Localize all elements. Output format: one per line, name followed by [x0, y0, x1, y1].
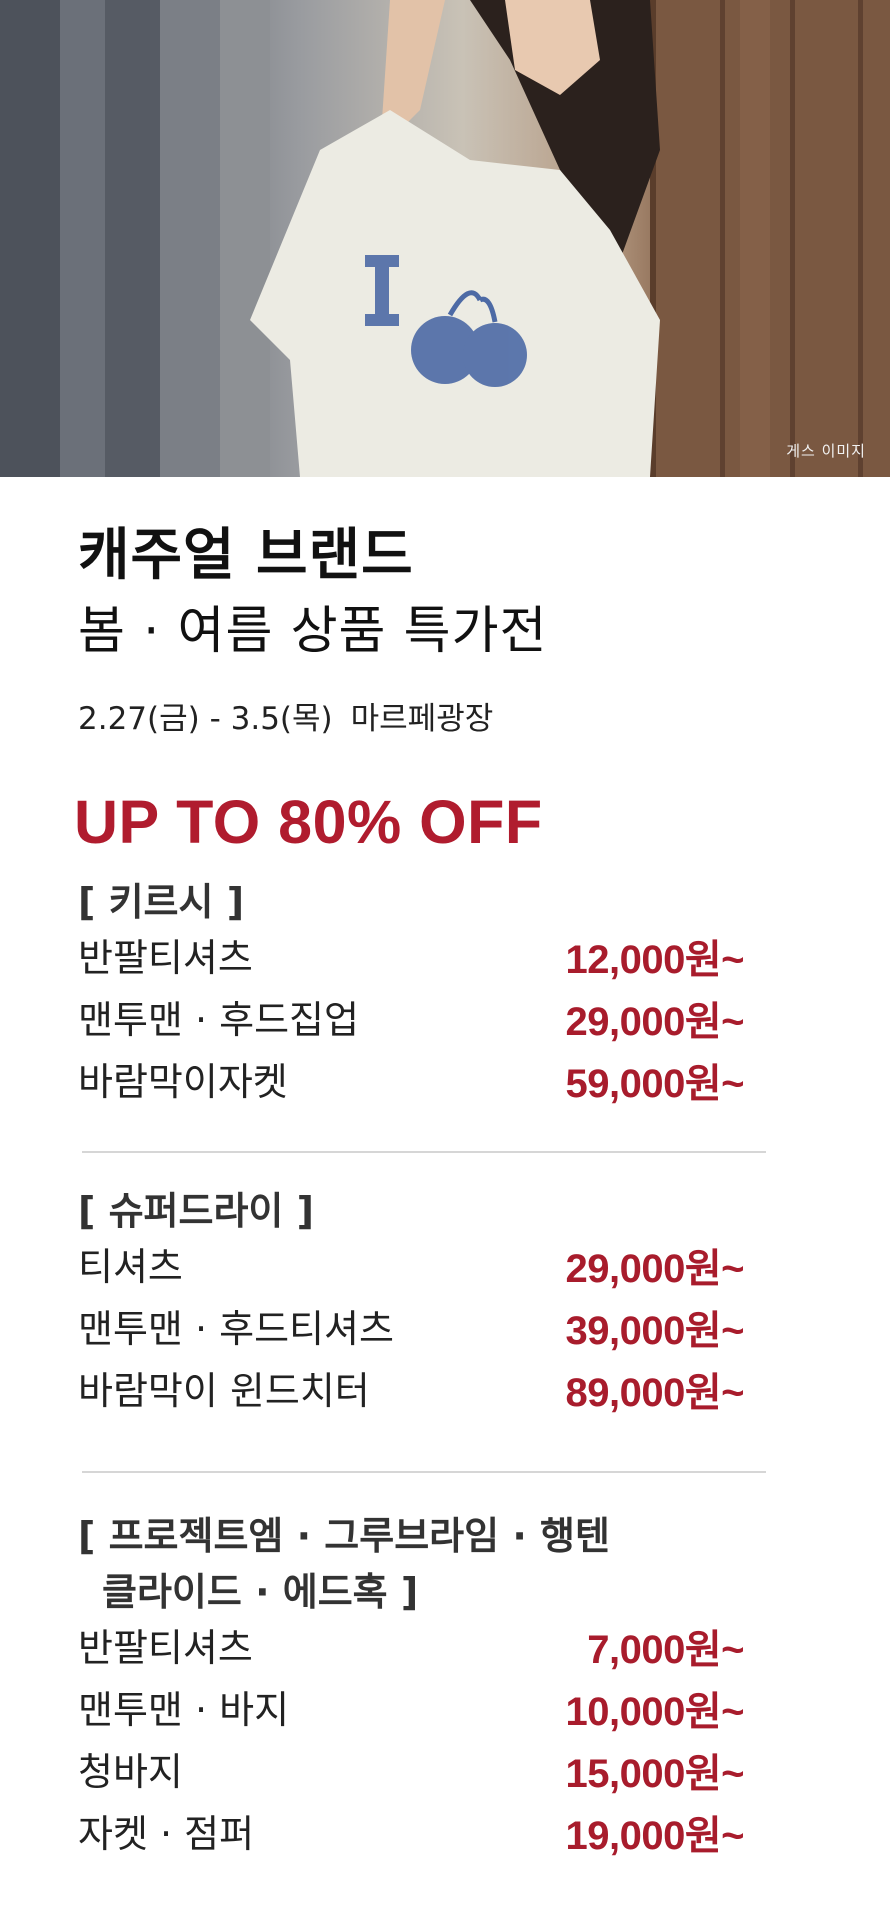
item-price: 19,000원~ [565, 1814, 744, 1859]
item-name: 자켓 · 점퍼 [78, 1812, 255, 1857]
event-date-range: 2.27(금) - 3.5(목) [78, 701, 333, 737]
brand-section-multi: [ 프로젝트엠 · 그루브라임 · 행텐 클라이드 · 에드혹 ] 반팔티셔츠 … [78, 1508, 768, 1868]
item-price: 89,000원~ [565, 1371, 744, 1416]
item-price: 59,000원~ [565, 1062, 744, 1107]
price-row: 바람막이자켓 59,000원~ [78, 1054, 768, 1116]
hero-photo-illustration [0, 0, 890, 477]
item-price: 29,000원~ [565, 1000, 744, 1045]
hero-image: 게스 이미지 [0, 0, 890, 477]
section-title: [ 프로젝트엠 · 그루브라임 · 행텐 클라이드 · 에드혹 ] [78, 1508, 768, 1620]
section-divider [82, 1471, 766, 1473]
section-title: [ 슈퍼드라이 ] [78, 1189, 314, 1233]
price-row: 맨투맨 · 후드집업 29,000원~ [78, 992, 768, 1054]
event-heading: 캐주얼 브랜드 봄 · 여름 상품 특가전 [78, 523, 548, 661]
section-title-line1: [ 프로젝트엠 · 그루브라임 · 행텐 [78, 1514, 610, 1558]
price-row: 맨투맨 · 후드티셔츠 39,000원~ [78, 1301, 768, 1363]
discount-headline: UP TO 80% OFF [74, 788, 543, 856]
item-price: 7,000원~ [587, 1628, 744, 1673]
item-name: 바람막이자켓 [78, 1060, 288, 1105]
price-row: 반팔티셔츠 7,000원~ [78, 1620, 768, 1682]
section-title: [ 키르시 ] [78, 880, 245, 924]
item-price: 10,000원~ [565, 1690, 744, 1735]
item-name: 바람막이 윈드치터 [78, 1369, 370, 1414]
item-name: 맨투맨 · 후드티셔츠 [78, 1307, 394, 1352]
item-name: 청바지 [78, 1750, 183, 1795]
price-row: 자켓 · 점퍼 19,000원~ [78, 1806, 768, 1868]
price-row: 티셔츠 29,000원~ [78, 1239, 768, 1301]
section-title-line2: 클라이드 · 에드혹 ] [102, 1570, 419, 1615]
item-price: 12,000원~ [565, 938, 744, 983]
item-price: 15,000원~ [565, 1752, 744, 1797]
hero-caption: 게스 이미지 [786, 442, 866, 460]
item-price: 29,000원~ [565, 1247, 744, 1292]
item-name: 반팔티셔츠 [78, 1626, 253, 1671]
item-name: 맨투맨 · 후드집업 [78, 998, 359, 1043]
price-row: 맨투맨 · 바지 10,000원~ [78, 1682, 768, 1744]
brand-section-kirsh: [ 키르시 ] 반팔티셔츠 12,000원~ 맨투맨 · 후드집업 29,000… [78, 874, 768, 1116]
brand-section-superdry: [ 슈퍼드라이 ] 티셔츠 29,000원~ 맨투맨 · 후드티셔츠 39,00… [78, 1183, 768, 1425]
item-name: 반팔티셔츠 [78, 936, 253, 981]
promo-page: 게스 이미지 캐주얼 브랜드 봄 · 여름 상품 특가전 2.27(금) - 3… [0, 0, 890, 1927]
event-subtitle: 봄 · 여름 상품 특가전 [78, 602, 548, 661]
event-title: 캐주얼 브랜드 [78, 523, 414, 588]
item-price: 39,000원~ [565, 1309, 744, 1354]
price-row: 청바지 15,000원~ [78, 1744, 768, 1806]
event-location: 마르페광장 [350, 701, 494, 737]
price-row: 반팔티셔츠 12,000원~ [78, 930, 768, 992]
item-name: 맨투맨 · 바지 [78, 1688, 290, 1733]
event-period: 2.27(금) - 3.5(목) 마르페광장 [78, 704, 493, 735]
item-name: 티셔츠 [78, 1245, 183, 1290]
section-divider [82, 1151, 766, 1153]
price-row: 바람막이 윈드치터 89,000원~ [78, 1363, 768, 1425]
